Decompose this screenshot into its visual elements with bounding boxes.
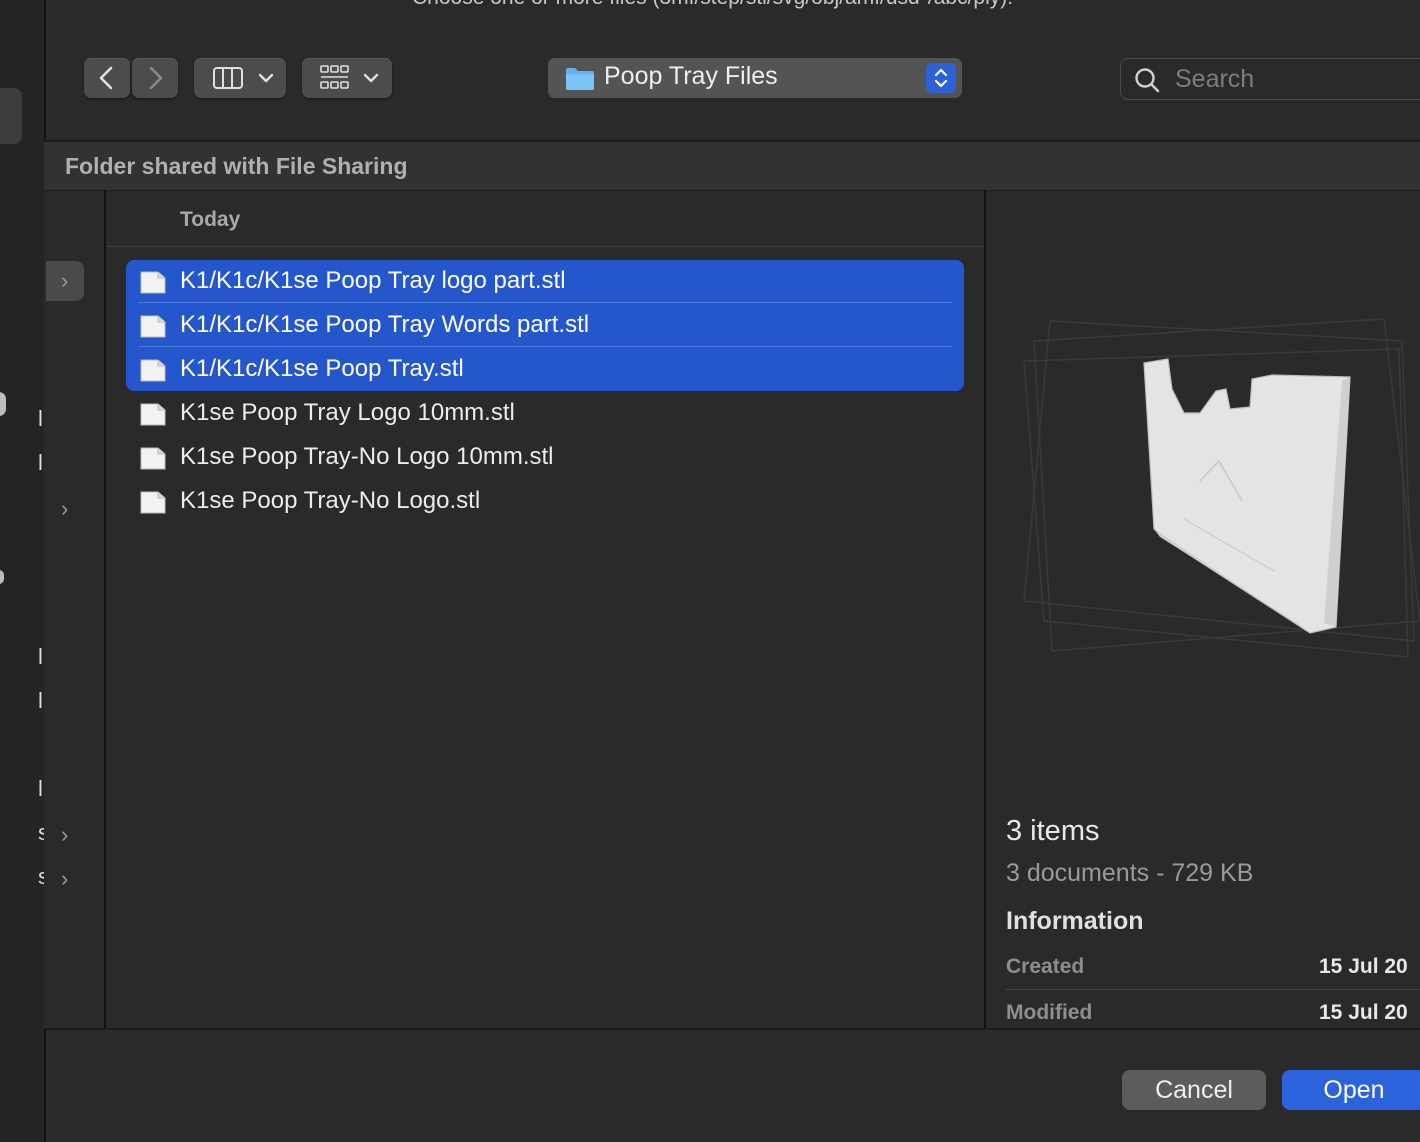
dialog-title: Choose one or more files (3mf/step/stl/s…	[412, 0, 1013, 10]
open-button[interactable]: Open	[1282, 1070, 1420, 1110]
search-icon	[1135, 68, 1160, 93]
file-row[interactable]: K1se Poop Tray-No Logo 10mm.stl	[136, 436, 956, 480]
document-icon	[140, 403, 166, 426]
document-icon	[140, 491, 166, 514]
chevron-right-icon	[149, 66, 163, 90]
folder-icon	[566, 68, 594, 90]
document-icon	[140, 315, 166, 338]
file-name: K1/K1c/K1se Poop Tray logo part.stl	[180, 267, 566, 294]
forward-button[interactable]	[132, 58, 178, 98]
shared-folder-text: Folder shared with File Sharing	[65, 153, 408, 179]
created-label: Created	[1006, 955, 1085, 978]
shared-folder-banner: Folder shared with File Sharing	[44, 142, 1420, 191]
selection-summary: 3 documents - 729 KB	[1006, 859, 1254, 887]
info-divider	[1006, 989, 1420, 990]
file-list-column: Today K1/K1c/K1se Poop Tray logo part.st…	[106, 191, 986, 1028]
file-row[interactable]: K1se Poop Tray-No Logo.stl	[136, 480, 956, 524]
cancel-button[interactable]: Cancel	[1122, 1070, 1266, 1110]
group-divider	[106, 246, 984, 247]
up-down-chevron-icon	[934, 68, 948, 88]
model-preview-image	[1023, 318, 1420, 658]
grid-view-icon	[320, 65, 379, 89]
chevron-right-icon: ›	[61, 866, 69, 891]
document-icon	[140, 359, 166, 382]
sidebar-indicator	[0, 392, 6, 416]
chevron-right-icon: ›	[61, 496, 69, 521]
file-name: K1se Poop Tray-No Logo 10mm.stl	[180, 443, 554, 470]
location-label: Poop Tray Files	[604, 62, 778, 90]
location-stepper[interactable]	[926, 63, 956, 93]
chevron-right-icon: ›	[61, 822, 69, 847]
file-row[interactable]: K1/K1c/K1se Poop Tray logo part.stl	[136, 260, 956, 304]
search-field[interactable]	[1120, 58, 1420, 100]
group-button[interactable]	[302, 58, 392, 98]
back-button[interactable]	[84, 58, 130, 98]
view-mode-button[interactable]	[194, 58, 286, 98]
preview-pane: 3 items 3 documents - 729 KB Information…	[986, 191, 1420, 1028]
modified-value: 15 Jul 20	[1319, 1001, 1408, 1024]
selection-count: 3 items	[1006, 815, 1100, 847]
group-header: Today	[180, 208, 241, 231]
file-name: K1se Poop Tray Logo 10mm.stl	[180, 399, 515, 426]
location-popup[interactable]: Poop Tray Files	[548, 58, 962, 98]
footer-divider	[44, 1028, 1420, 1030]
sidebar-selected-tab[interactable]	[0, 88, 22, 144]
file-row[interactable]: K1se Poop Tray Logo 10mm.stl	[136, 392, 956, 436]
file-row[interactable]: K1/K1c/K1se Poop Tray.stl	[136, 348, 956, 392]
chevron-right-icon: ›	[61, 268, 69, 293]
file-name: K1se Poop Tray-No Logo.stl	[180, 487, 481, 514]
document-icon	[140, 271, 166, 294]
search-input[interactable]	[1173, 62, 1417, 96]
column-view-icon	[213, 67, 274, 89]
sidebar-indicator	[0, 570, 4, 584]
browser-column-parent: › › › ›	[44, 191, 106, 1028]
modified-label: Modified	[1006, 1001, 1093, 1024]
sidebar-strip: l l l l l s s	[0, 0, 48, 1142]
file-name: K1/K1c/K1se Poop Tray Words part.stl	[180, 311, 590, 338]
file-row[interactable]: K1/K1c/K1se Poop Tray Words part.stl	[136, 304, 956, 348]
file-name: K1/K1c/K1se Poop Tray.stl	[180, 355, 464, 382]
document-icon	[140, 447, 166, 470]
created-value: 15 Jul 20	[1319, 955, 1408, 978]
information-heading: Information	[1006, 907, 1144, 935]
chevron-left-icon	[99, 66, 113, 90]
